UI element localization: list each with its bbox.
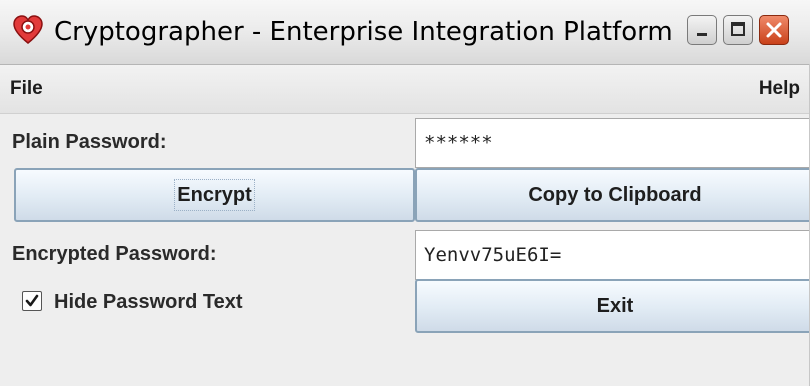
hide-password-checkbox[interactable] [22, 291, 42, 311]
window-title: Cryptographer - Enterprise Integration P… [54, 17, 673, 47]
title-bar[interactable]: Cryptographer - Enterprise Integration P… [0, 0, 810, 65]
encrypted-password-label: Encrypted Password: [12, 243, 217, 265]
close-icon[interactable] [759, 15, 789, 45]
hide-password-label[interactable]: Hide Password Text [54, 291, 243, 314]
menu-bar: File Help [0, 65, 810, 114]
menu-file[interactable]: File [10, 78, 43, 100]
app-window: Cryptographer - Enterprise Integration P… [0, 0, 810, 386]
encrypted-password-field[interactable]: Yenvv75uE6I= [415, 230, 810, 280]
encrypt-button[interactable]: Encrypt [14, 168, 415, 222]
copy-to-clipboard-button[interactable]: Copy to Clipboard [415, 168, 810, 222]
plain-password-label: Plain Password: [12, 131, 167, 153]
menu-help[interactable]: Help [759, 78, 800, 100]
plain-password-field[interactable]: ****** [415, 118, 810, 168]
maximize-icon[interactable] [723, 15, 753, 45]
checkmark-icon [25, 294, 39, 307]
exit-button[interactable]: Exit [415, 279, 810, 333]
heart-app-icon [12, 14, 44, 46]
encrypt-button-label: Encrypt [174, 179, 255, 211]
minimize-icon[interactable] [687, 15, 717, 45]
